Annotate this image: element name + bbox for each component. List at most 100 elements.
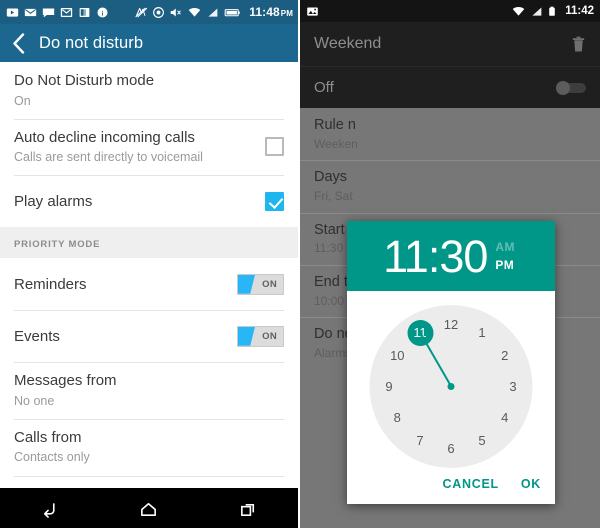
row-title: Reminders — [14, 275, 87, 293]
time-picker-actions: CANCEL OK — [347, 464, 555, 504]
right-status-bar: 11:42 — [300, 0, 600, 22]
minute-value[interactable]: 30 — [439, 231, 488, 282]
am-button[interactable]: AM — [495, 240, 514, 254]
book-icon — [79, 7, 90, 17]
envelope-icon — [24, 8, 37, 16]
screenshot-icon — [307, 6, 318, 16]
row-title: Auto decline incoming calls — [14, 128, 195, 146]
row-text: Messages from No one — [14, 371, 284, 410]
setting-row-events[interactable]: Events ON — [0, 310, 298, 362]
clock-number-6[interactable]: 6 — [440, 438, 462, 460]
clock-number-2[interactable]: 2 — [494, 345, 516, 367]
nav-back-button[interactable] — [28, 488, 72, 528]
battery-icon — [549, 6, 556, 16]
left-status-time: 11:48PM — [249, 5, 293, 19]
switch-label: ON — [262, 330, 277, 342]
rule-settings-list-dimmed: Rule n Weeken Days Fri, Sat Start ti 11:… — [300, 108, 600, 528]
dual-screenshot-container: i 11:48PM Do not disturb Do Not Disturb … — [0, 0, 600, 528]
chat-bubble-icon — [42, 7, 55, 17]
row-title: Calls from — [14, 428, 82, 446]
info-circle-icon: i — [97, 6, 108, 18]
reminders-switch[interactable]: ON — [237, 273, 284, 295]
right-status-system-icons: 11:42 — [512, 5, 594, 18]
recents-cards-icon — [240, 503, 254, 516]
hour-value[interactable]: 11 — [383, 231, 429, 282]
clock-number-10[interactable]: 10 — [386, 345, 408, 367]
section-header-label: PRIORITY MODE — [14, 239, 101, 251]
row-subtitle: On — [14, 93, 31, 108]
page-title: Do not disturb — [39, 33, 144, 52]
ok-button[interactable]: OK — [521, 477, 541, 491]
row-title: Events — [14, 327, 60, 345]
switch-thumb — [238, 274, 255, 294]
rule-enable-row[interactable]: Off — [300, 66, 600, 108]
left-action-bar: Do not disturb — [0, 24, 298, 62]
row-subtitle: Contacts only — [14, 450, 90, 465]
do-not-disturb-icon — [135, 7, 148, 17]
gmail-icon — [60, 7, 73, 17]
wifi-icon — [189, 7, 201, 17]
right-action-bar: Weekend — [300, 22, 600, 66]
signal-icon — [208, 7, 218, 17]
home-pentagon-icon — [141, 502, 157, 516]
switch-thumb — [556, 80, 570, 95]
wifi-icon — [513, 6, 525, 16]
clock-hand — [419, 332, 452, 387]
section-header-priority-mode: PRIORITY MODE — [0, 227, 298, 259]
pm-button[interactable]: PM — [495, 258, 514, 272]
row-subtitle: Fri, Sat — [314, 188, 353, 203]
setting-row-reminders[interactable]: Reminders ON — [0, 258, 298, 310]
clock-number-1[interactable]: 1 — [471, 322, 493, 344]
clock-number-8[interactable]: 8 — [386, 407, 408, 429]
time-picker-header: 11:30 AM PM — [347, 221, 555, 291]
auto-decline-checkbox[interactable] — [265, 137, 284, 157]
left-status-bar: i 11:48PM — [0, 0, 298, 24]
back-arrow-icon — [44, 502, 55, 518]
rule-enable-switch[interactable] — [556, 80, 586, 95]
clock-number-4[interactable]: 4 — [494, 407, 516, 429]
clock-number-12[interactable]: 12 — [440, 314, 462, 336]
volume-mute-icon — [170, 8, 182, 16]
setting-row-dnd-mode[interactable]: Do Not Disturb mode On — [0, 62, 298, 119]
download-icon — [6, 7, 19, 17]
clock-number-9[interactable]: 9 — [378, 376, 400, 398]
play-alarms-checkbox[interactable] — [265, 191, 284, 211]
rule-row-name[interactable]: Rule n Weeken — [300, 108, 600, 160]
setting-row-auto-decline[interactable]: Auto decline incoming calls Calls are se… — [0, 118, 298, 176]
clock-number-7[interactable]: 7 — [409, 429, 431, 451]
row-text: Do Not Disturb mode On — [14, 71, 284, 110]
trash-icon[interactable] — [571, 36, 586, 53]
row-subtitle: No one — [14, 393, 55, 408]
location-icon — [153, 6, 165, 18]
time-picker-display: 11:30 — [383, 230, 488, 282]
nav-recents-button[interactable] — [226, 488, 270, 528]
clock-number-5[interactable]: 5 — [471, 429, 493, 451]
setting-row-play-alarms[interactable]: Play alarms — [0, 175, 298, 227]
row-subtitle: Weeken — [314, 136, 358, 151]
setting-row-messages-from[interactable]: Messages from No one — [0, 362, 298, 419]
left-phone-screen: i 11:48PM Do not disturb Do Not Disturb … — [0, 0, 300, 528]
dnd-settings-list: Do Not Disturb mode On Auto decline inco… — [0, 62, 298, 488]
left-status-notification-icons: i — [6, 6, 109, 19]
row-text: Play alarms — [14, 192, 255, 212]
right-phone-screen: 11:42 Weekend Off Rule n Weeken Days Fri… — [300, 0, 600, 528]
switch-label: ON — [262, 278, 277, 290]
rule-enable-label: Off — [314, 79, 334, 96]
setting-row-calls-from[interactable]: Calls from Contacts only — [0, 418, 298, 476]
time-separator: : — [427, 230, 440, 282]
left-status-system-icons: 11:48PM — [134, 5, 293, 19]
clock-center-dot — [447, 383, 455, 390]
nav-home-button[interactable] — [127, 488, 171, 528]
row-text: Calls from Contacts only — [14, 428, 284, 467]
time-picker-dialog: 11:30 AM PM 12 12 3 45678 9 10 11 CANCEL OK — [347, 221, 555, 504]
row-title: Days — [314, 169, 348, 186]
clock-number-3[interactable]: 3 — [502, 376, 524, 398]
cancel-button[interactable]: CANCEL — [443, 477, 499, 491]
right-status-time: 11:42 — [565, 5, 594, 17]
back-chevron-icon[interactable] — [12, 32, 25, 54]
row-title: Do Not Disturb mode — [14, 72, 155, 89]
rule-row-days[interactable]: Days Fri, Sat — [300, 160, 600, 212]
clock-face[interactable]: 121234567891011 — [369, 305, 533, 468]
setting-row-manage-approved-contacts[interactable]: Manage approved contacts — [0, 475, 298, 489]
events-switch[interactable]: ON — [237, 325, 284, 347]
